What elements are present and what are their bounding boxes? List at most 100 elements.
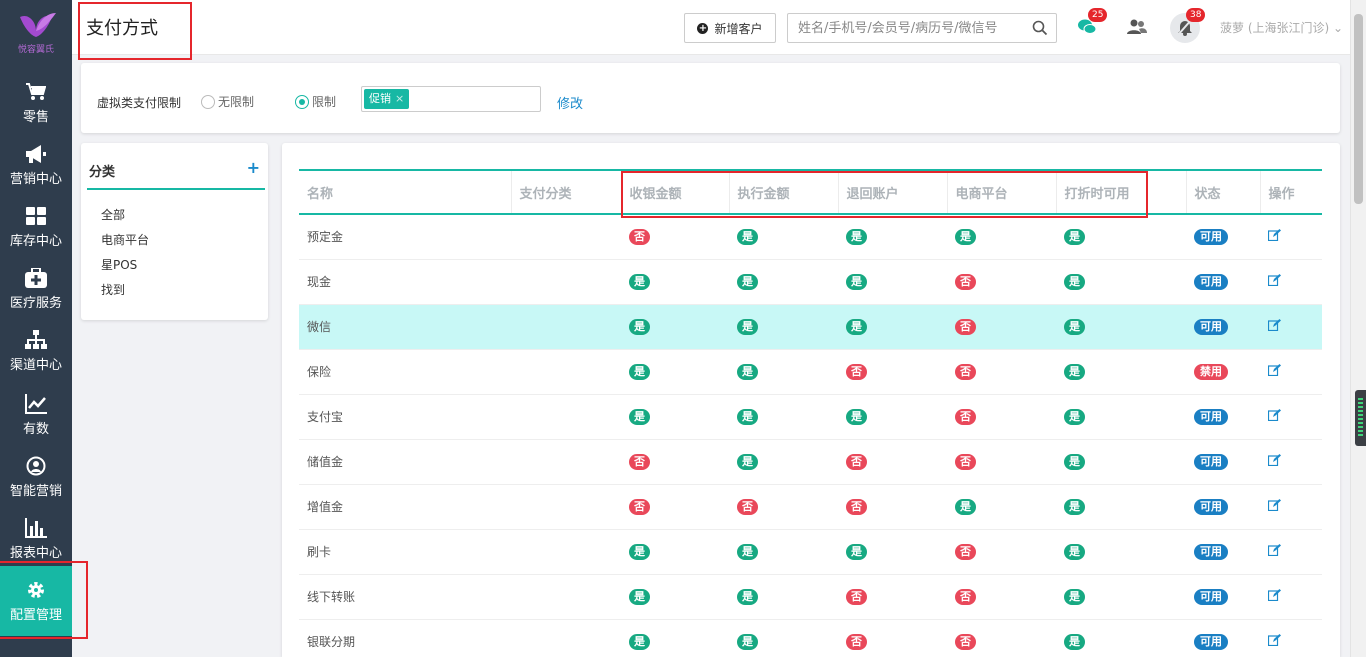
- category-item-all[interactable]: 全部: [101, 206, 149, 231]
- flag-badge-cell: 否: [838, 619, 947, 657]
- table-row[interactable]: 刷卡 是 是 是 否 是 可用: [299, 529, 1322, 575]
- payment-category: [511, 484, 621, 530]
- payment-name: 微信: [299, 304, 511, 350]
- scrollbar-thumb[interactable]: [1354, 14, 1363, 204]
- action-cell: [1260, 619, 1322, 657]
- table-row[interactable]: 银联分期 是 是 否 否 是 可用: [299, 619, 1322, 657]
- action-cell: [1260, 394, 1322, 440]
- payment-name: 保险: [299, 349, 511, 395]
- table-row[interactable]: 现金 是 是 是 否 是 可用: [299, 259, 1322, 305]
- flag-badge: 是: [1064, 408, 1085, 425]
- flag-badge: 是: [629, 633, 650, 650]
- flag-badge: 否: [846, 633, 867, 650]
- flag-badge-cell: 否: [947, 619, 1056, 657]
- flag-badge-cell: 是: [838, 529, 947, 575]
- edit-icon[interactable]: [1267, 589, 1281, 604]
- chat-button[interactable]: 25: [1072, 8, 1108, 43]
- sidebar-item-smart-marketing[interactable]: 智能营销: [0, 446, 72, 508]
- add-category-button[interactable]: +: [247, 158, 260, 177]
- column-header: 操作: [1268, 186, 1295, 202]
- sidebar-item-channel[interactable]: 渠道中心: [0, 320, 72, 382]
- table-row[interactable]: 支付宝 是 是 是 否 是 可用: [299, 394, 1322, 440]
- sidebar-item-inventory[interactable]: 库存中心: [0, 196, 72, 258]
- flag-badge-cell: 是: [729, 394, 838, 440]
- table-row[interactable]: 预定金 否 是 是 是 是 可用: [299, 214, 1322, 260]
- chat-badge: 25: [1088, 8, 1108, 22]
- payment-category: [511, 214, 621, 260]
- flag-badge-cell: 是: [729, 304, 838, 350]
- side-widget-icon[interactable]: [1355, 390, 1366, 446]
- radio-no-limit[interactable]: 无限制: [201, 93, 254, 110]
- flag-badge-cell: 是: [729, 529, 838, 575]
- flag-badge: 是: [1064, 588, 1085, 605]
- line-chart-icon: [25, 393, 47, 415]
- payment-category: [511, 394, 621, 440]
- edit-icon[interactable]: [1267, 544, 1281, 559]
- sidebar-item-marketing[interactable]: 营销中心: [0, 134, 72, 196]
- edit-icon[interactable]: [1267, 409, 1281, 424]
- search-input[interactable]: [788, 14, 1018, 42]
- flag-badge: 是: [1064, 228, 1085, 245]
- sidebar-item-retail[interactable]: 零售: [0, 72, 72, 134]
- notification-badge: 38: [1186, 8, 1206, 22]
- edit-icon[interactable]: [1267, 319, 1281, 334]
- flag-badge-cell: 是: [621, 619, 729, 657]
- flag-badge: 是: [955, 228, 976, 245]
- status-badge: 可用: [1194, 453, 1228, 470]
- category-item-found[interactable]: 找到: [101, 281, 149, 306]
- flag-badge: 是: [737, 363, 758, 380]
- flag-badge: 否: [737, 498, 758, 515]
- category-item-star-pos[interactable]: 星POS: [101, 256, 149, 281]
- flag-badge: 是: [1064, 543, 1085, 560]
- status-badge: 可用: [1194, 273, 1228, 290]
- category-item-ecommerce[interactable]: 电商平台: [101, 231, 149, 256]
- notification-button[interactable]: 38: [1170, 8, 1206, 43]
- edit-icon[interactable]: [1267, 634, 1281, 649]
- status-badge: 禁用: [1194, 363, 1228, 380]
- flag-badge: 是: [1064, 633, 1085, 650]
- flag-badge: 是: [1064, 363, 1085, 380]
- flag-badge-cell: 否: [621, 439, 729, 485]
- flag-badge: 是: [629, 543, 650, 560]
- flag-badge-cell: 否: [838, 574, 947, 620]
- flag-badge-cell: 是: [621, 304, 729, 350]
- flag-badge-cell: 是: [729, 439, 838, 485]
- sidebar-item-config[interactable]: 配置管理: [0, 566, 72, 636]
- edit-icon[interactable]: [1267, 454, 1281, 469]
- flag-badge-cell: 否: [621, 484, 729, 530]
- edit-icon[interactable]: [1267, 499, 1281, 514]
- table-row[interactable]: 线下转账 是 是 否 否 是 可用: [299, 574, 1322, 620]
- grid-icon: [25, 205, 47, 227]
- edit-icon[interactable]: [1267, 364, 1281, 379]
- tag-close-icon[interactable]: ×: [395, 92, 404, 105]
- column-header: 电商平台: [947, 170, 1057, 214]
- table-row[interactable]: 保险 是 是 否 否 是 禁用: [299, 349, 1322, 395]
- flag-badge: 是: [846, 543, 867, 560]
- flag-badge: 是: [629, 408, 650, 425]
- table-row[interactable]: 储值金 否 是 否 否 是 可用: [299, 439, 1322, 485]
- sidebar-item-data[interactable]: 有数: [0, 384, 72, 446]
- flag-badge-cell: 是: [729, 619, 838, 657]
- edit-icon[interactable]: [1267, 229, 1281, 244]
- add-customer-button[interactable]: + 新增客户: [684, 13, 776, 43]
- search-icon[interactable]: [1032, 20, 1048, 39]
- status-badge-cell: 可用: [1186, 259, 1260, 305]
- sidebar-item-medical[interactable]: 医疗服务: [0, 258, 72, 320]
- flag-badge: 否: [955, 408, 976, 425]
- radio-limit[interactable]: 限制: [295, 93, 336, 110]
- payment-name: 现金: [299, 259, 511, 305]
- sidebar-item-label: 营销中心: [9, 172, 62, 187]
- payment-category: [511, 349, 621, 395]
- user-menu[interactable]: 菠萝 (上海张江门诊) ⌄: [1220, 19, 1343, 36]
- sidebar-item-reports[interactable]: 报表中心: [0, 508, 72, 570]
- modify-link[interactable]: 修改: [557, 93, 583, 112]
- status-badge-cell: 可用: [1186, 619, 1260, 657]
- users-button[interactable]: [1122, 13, 1152, 43]
- restriction-tag-input[interactable]: 促销 ×: [361, 86, 541, 112]
- table-row[interactable]: 增值金 否 否 否 是 是 可用: [299, 484, 1322, 530]
- page-scrollbar[interactable]: [1350, 0, 1366, 657]
- table-row[interactable]: 微信 是 是 是 否 是 可用: [299, 304, 1322, 350]
- edit-icon[interactable]: [1267, 274, 1281, 289]
- flag-badge-cell: 是: [1056, 394, 1186, 440]
- brand-logo[interactable]: 悦容翼氏: [0, 0, 72, 66]
